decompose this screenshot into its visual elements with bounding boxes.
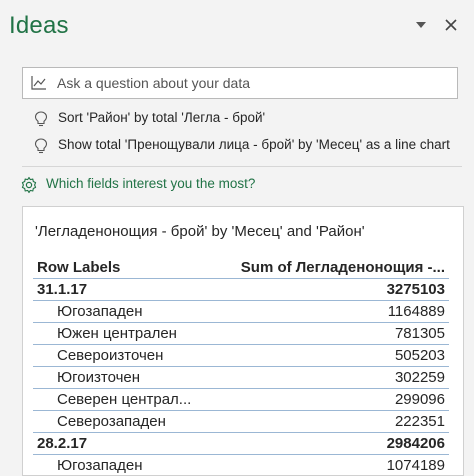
suggestion-sort-rayon[interactable]: Sort 'Район' by total 'Легла - брой' <box>34 108 464 130</box>
close-button[interactable] <box>441 14 461 36</box>
pane-options-button[interactable] <box>411 14 431 36</box>
row-value: 2984206 <box>237 433 449 455</box>
row-value: 222351 <box>237 411 449 433</box>
pane-header: Ideas <box>0 0 474 54</box>
row-value: 1074189 <box>237 455 449 476</box>
row-label: Южен централен <box>33 323 237 345</box>
column-header-row-labels: Row Labels <box>33 257 237 279</box>
row-value: 1164889 <box>237 301 449 323</box>
idea-card[interactable]: 'Легладенонощия - брой' by 'Месец' and '… <box>22 206 464 476</box>
table-row: Северен централ...299096 <box>33 389 449 411</box>
lightbulb-icon <box>34 138 48 154</box>
row-label: Югоизточен <box>33 367 237 389</box>
row-label: Югозападен <box>33 455 237 476</box>
row-label: Югозападен <box>33 301 237 323</box>
table-row: Южен централен781305 <box>33 323 449 345</box>
close-icon <box>445 19 457 31</box>
suggestion-text: Show total 'Пренощували лица - брой' by … <box>58 137 450 152</box>
fields-interest-text: Which fields interest you the most? <box>46 176 255 191</box>
table-group-row: 28.2.172984206 <box>33 433 449 455</box>
ask-question-box[interactable] <box>22 67 458 99</box>
row-value: 299096 <box>237 389 449 411</box>
divider <box>22 166 462 167</box>
pivot-table: Row Labels Sum of Легладенонощия -... 31… <box>33 257 449 476</box>
row-value: 781305 <box>237 323 449 345</box>
table-row: Северозападен222351 <box>33 411 449 433</box>
chart-icon <box>31 76 47 90</box>
row-label: Североизточен <box>33 345 237 367</box>
row-label: 31.1.17 <box>33 279 237 301</box>
gear-icon <box>20 176 38 194</box>
table-row: Североизточен505203 <box>33 345 449 367</box>
table-row: Югозападен1164889 <box>33 301 449 323</box>
row-value: 302259 <box>237 367 449 389</box>
ask-question-input[interactable] <box>57 68 452 98</box>
pivot-table-body: 31.1.173275103Югозападен1164889Южен цент… <box>33 279 449 476</box>
table-row: Югозападен1074189 <box>33 455 449 476</box>
row-value: 505203 <box>237 345 449 367</box>
fields-interest-link[interactable]: Which fields interest you the most? <box>20 174 320 196</box>
row-label: 28.2.17 <box>33 433 237 455</box>
lightbulb-icon <box>34 111 48 127</box>
table-group-row: 31.1.173275103 <box>33 279 449 301</box>
table-row: Югоизточен302259 <box>33 367 449 389</box>
suggestion-line-chart[interactable]: Show total 'Пренощували лица - брой' by … <box>34 135 464 157</box>
row-value: 3275103 <box>237 279 449 301</box>
idea-card-title: 'Легладенонощия - брой' by 'Месец' and '… <box>35 223 365 240</box>
pane-title: Ideas <box>9 12 69 40</box>
row-label: Северозападен <box>33 411 237 433</box>
suggestion-text: Sort 'Район' by total 'Легла - брой' <box>58 110 265 125</box>
column-header-sum: Sum of Легладенонощия -... <box>237 257 449 279</box>
chevron-down-icon <box>416 22 426 28</box>
row-label: Северен централ... <box>33 389 237 411</box>
